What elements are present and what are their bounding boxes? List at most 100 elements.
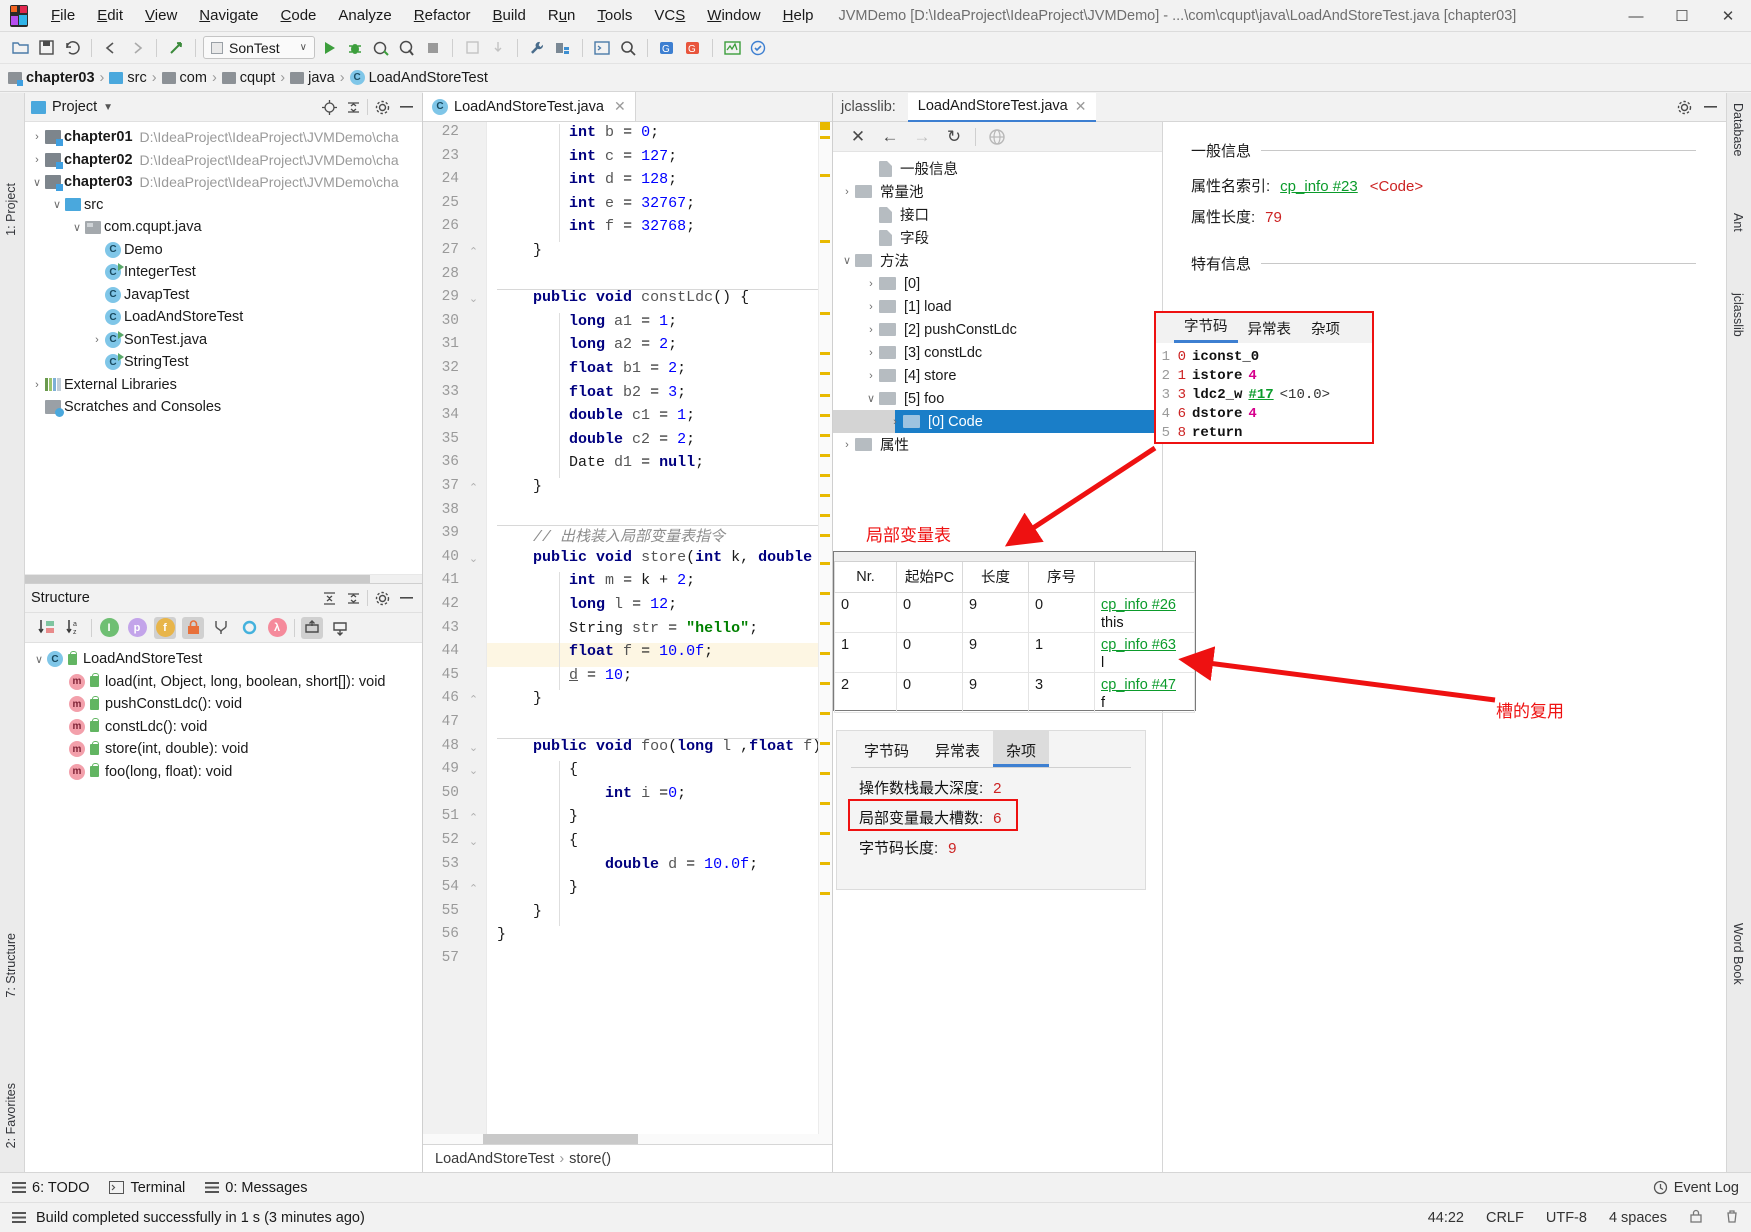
jclasslib-tree-item[interactable]: › [2] pushConstLdc [833,318,1162,341]
forward-icon[interactable] [125,36,149,60]
collapse-all-icon[interactable] [343,588,363,608]
expand-arrow-icon[interactable]: › [839,186,855,198]
code-line[interactable]: } [487,242,832,266]
sync-icon[interactable] [60,36,84,60]
left-tool-strip[interactable]: 1: Project 7: Structure 2: Favorites [0,93,25,1172]
window-controls[interactable]: — ☐ ✕ [1613,0,1751,32]
stop-icon[interactable] [421,36,445,60]
bytecode-tab-bar[interactable]: 字节码 异常表 杂项 [1156,313,1372,343]
expand-arrow-icon[interactable]: › [89,356,105,368]
editor-marker-bar[interactable] [818,122,832,1134]
structure-tree-item[interactable]: ›m store(int, double): void [25,738,422,761]
code-line[interactable]: int m = k + 2; [487,572,832,596]
project-tree-item[interactable]: ›CJavapTest [25,284,422,307]
scroll-from-source-icon[interactable] [301,616,323,639]
jclasslib-tree-item[interactable]: › [4] store [833,364,1162,387]
code-line[interactable] [487,266,832,290]
show-non-public-icon[interactable] [182,616,204,639]
table-row[interactable]: 0 0 9 0 cp_info #26 this [834,591,1195,633]
reload-icon[interactable]: ↻ [943,126,965,148]
cp-info-link[interactable]: cp_info #26 [1101,597,1176,613]
file-encoding[interactable]: UTF-8 [1546,1210,1587,1226]
profile-icon[interactable] [395,36,419,60]
show-structure-icon[interactable] [210,617,232,639]
tool-window-database[interactable]: Database [1731,103,1745,157]
project-tree-item[interactable]: ∨ src [25,194,422,217]
jclasslib-tree-item[interactable]: › 一般信息 [833,157,1162,180]
project-tree-item[interactable]: › chapter02 D:\IdeaProject\IdeaProject\JVM… [25,149,422,172]
expand-arrow-icon[interactable]: › [53,766,69,778]
change-marker[interactable] [820,682,830,685]
tool-window-jclasslib[interactable]: jclasslib [1731,293,1745,337]
expand-arrow-icon[interactable]: › [89,334,105,346]
misc-tab-bytecode[interactable]: 字节码 [851,731,922,767]
structure-tree-item[interactable]: ›m constLdc(): void [25,716,422,739]
editor-h-scrollbar[interactable] [423,1134,832,1144]
tab-bytecode[interactable]: 字节码 [1174,311,1238,343]
cp-info-link[interactable]: cp_info #47 [1101,677,1176,693]
line-separator[interactable]: CRLF [1486,1210,1524,1226]
check-icon[interactable] [746,36,770,60]
editor-tab-bar[interactable]: C LoadAndStoreTest.java ✕ [423,92,832,122]
project-h-scrollbar[interactable] [25,574,422,584]
lvt-col-length[interactable]: 长度 [962,562,1029,593]
code-fold-icon[interactable]: ⌄ [467,741,480,754]
expand-all-icon[interactable] [319,588,339,608]
messages-button[interactable]: 0: Messages [205,1180,308,1196]
code-line[interactable]: String str = "hello"; [487,620,832,644]
expand-arrow-icon[interactable]: › [29,401,45,413]
change-marker[interactable] [820,742,830,745]
misc-tab-bar[interactable]: 字节码 异常表 杂项 [837,731,1145,767]
breadcrumb-item-com[interactable]: com [161,70,207,86]
code-fold-icon[interactable]: ⌃ [467,882,480,895]
jclasslib-tree-item[interactable]: › 字段 [833,226,1162,249]
show-inherited-icon[interactable]: I [98,617,120,639]
breadcrumb[interactable]: chapter03 › src › com › cqupt › java › C… [0,64,1751,92]
bytecode-instruction[interactable]: 5 8 return [1160,423,1372,442]
bytecode-instruction-list[interactable]: 1 0 iconst_0 2 1 istore 4 3 3 ldc2_w #17 <10.0> 4 6 ds… [1156,343,1372,442]
change-marker[interactable] [820,414,830,417]
expand-arrow-icon[interactable]: ∨ [29,176,45,189]
sort-alphabetically-icon[interactable]: az [63,617,85,639]
jclasslib-tree-item[interactable]: › [3] constLdc [833,341,1162,364]
expand-arrow-icon[interactable]: › [863,232,879,244]
code-fold-icon[interactable]: ⌃ [467,693,480,706]
footer-method[interactable]: store() [569,1151,611,1167]
code-fold-icon[interactable]: ⌄ [467,835,480,848]
project-tree-item[interactable]: › Scratches and Consoles [25,396,422,419]
expand-arrow-icon[interactable]: › [863,163,879,175]
back-icon[interactable] [99,36,123,60]
code-line[interactable]: long a1 = 1; [487,313,832,337]
project-tree[interactable]: › chapter01 D:\IdeaProject\IdeaProject\JVM… [25,122,422,574]
show-fields-icon[interactable]: f [154,616,176,639]
todo-button[interactable]: 6: TODO [12,1180,89,1196]
gear-icon[interactable] [372,97,392,117]
change-marker[interactable] [820,534,830,537]
structure-tree-item[interactable]: ›m pushConstLdc(): void [25,693,422,716]
chevron-down-icon[interactable]: ▼ [103,102,113,113]
jclasslib-tree-item[interactable]: › [1] load [833,295,1162,318]
code-fold-icon[interactable]: ⌄ [467,552,480,565]
local-variable-table[interactable]: Nr. 起始PC 长度 序号 0 0 9 0 cp_info #26 this 1 0 9 1 cp… [833,551,1196,713]
tab-misc[interactable]: 杂项 [1301,314,1350,343]
lvt-col-index[interactable]: 序号 [1028,562,1095,593]
code-fold-icon[interactable]: ⌃ [467,481,480,494]
code-line[interactable] [487,714,832,738]
structure-tree[interactable]: ∨CLoadAndStoreTest›mload(int, Object, lo… [25,643,422,1172]
expand-arrow-icon[interactable]: › [29,154,45,166]
compile-icon[interactable] [164,36,188,60]
close-icon[interactable]: ✕ [847,126,869,148]
translate-icon-red[interactable]: G [681,36,705,60]
expand-arrow-icon[interactable]: › [863,278,879,290]
code-line[interactable]: int f = 32768; [487,218,832,242]
code-line[interactable]: { [487,832,832,856]
expand-arrow-icon[interactable]: › [29,131,45,143]
editor-gutter[interactable]: 22 23 24 25 26 27 ⌃ 28 29 ⌄ 30 31 32 33 34 35 36 37 ⌃ 38 39 4… [423,122,487,1134]
change-marker[interactable] [820,772,830,775]
bytecode-instruction[interactable]: 2 1 istore 4 [1160,366,1372,385]
menu-item-run[interactable]: Run [537,4,587,27]
update-app-icon[interactable] [460,36,484,60]
change-marker[interactable] [820,240,830,243]
code-line[interactable]: int e = 32767; [487,195,832,219]
bytecode-instruction[interactable]: 4 6 dstore 4 [1160,404,1372,423]
